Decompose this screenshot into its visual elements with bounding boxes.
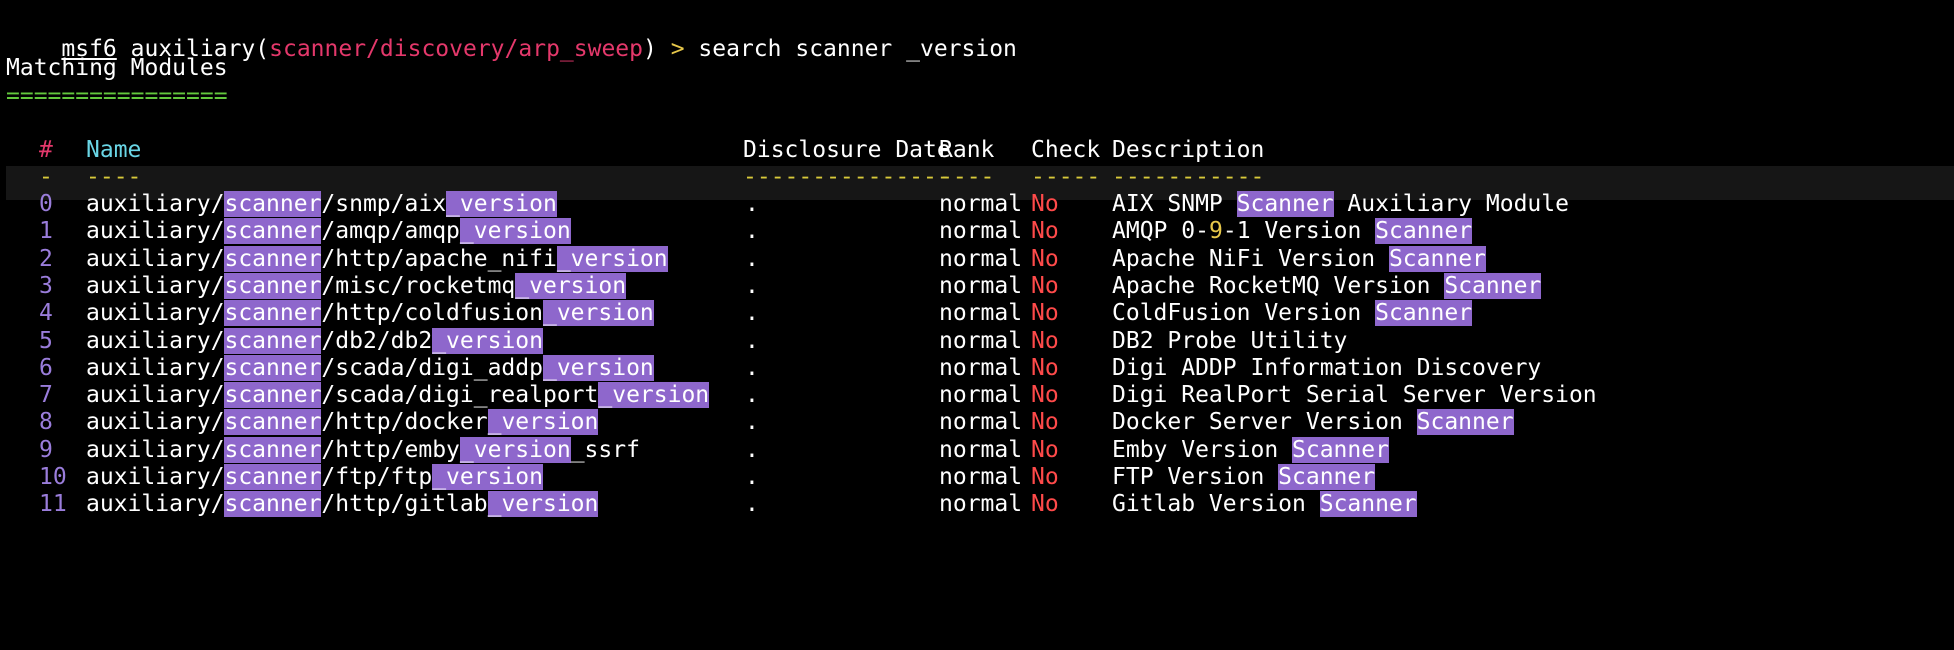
desc-prefix: Apache RocketMQ Version: [1112, 272, 1445, 299]
name-middle: /http/docker: [321, 409, 488, 436]
desc-match-scanner: Scanner: [1319, 491, 1417, 518]
table-row: 11 auxiliary/scanner/http/gitlab_version.…: [0, 487, 1954, 521]
desc-prefix: DB2 Probe Utility: [1112, 327, 1348, 354]
desc-prefix: Docker Server Version: [1112, 409, 1417, 436]
desc-match-scanner: Scanner: [1278, 464, 1376, 490]
name-prefix: auxiliary/: [86, 382, 225, 409]
name-prefix: auxiliary/: [86, 409, 225, 436]
desc-prefix: Apache NiFi Version: [1112, 245, 1389, 272]
desc-match-scanner: Scanner: [1375, 300, 1473, 327]
name-match-scanner: scanner: [224, 327, 322, 354]
desc-prefix: Digi ADDP Information Discovery: [1112, 354, 1542, 381]
command-input[interactable]: search scanner _version: [698, 36, 1017, 62]
name-suffix: _ssrf: [570, 436, 640, 463]
name-match-version: _version: [542, 300, 654, 327]
name-match-version: _version: [446, 191, 557, 217]
name-match-scanner: scanner: [224, 409, 322, 436]
name-match-version: _version: [432, 464, 543, 490]
name-middle: /http/gitlab: [321, 491, 488, 518]
name-match-scanner: scanner: [224, 491, 322, 518]
name-prefix: auxiliary/: [86, 218, 225, 245]
desc-prefix: Emby Version: [1112, 436, 1293, 463]
name-match-version: _version: [459, 218, 571, 245]
row-check: No: [1031, 491, 1059, 518]
name-match-scanner: scanner: [224, 436, 322, 463]
name-match-scanner: scanner: [224, 300, 322, 327]
desc-match-scanner: Scanner: [1388, 245, 1486, 272]
name-match-version: _version: [487, 491, 599, 518]
name-match-scanner: scanner: [224, 354, 322, 381]
name-middle: /misc/rocketmq: [321, 272, 516, 299]
name-prefix: auxiliary/: [86, 491, 225, 518]
name-middle: /scada/digi_addp: [321, 354, 543, 381]
prompt-arrow: >: [670, 36, 685, 62]
desc-prefix: ColdFusion Version: [1112, 300, 1376, 327]
name-middle: /snmp/aix: [321, 191, 447, 217]
name-match-scanner: scanner: [224, 382, 322, 409]
name-middle: /http/apache_nifi: [321, 245, 557, 272]
desc-prefix: AMQP 0-9-1 Version: [1112, 218, 1376, 245]
name-match-version: _version: [432, 327, 543, 354]
desc-match-scanner: Scanner: [1375, 218, 1473, 245]
name-match-version: _version: [515, 272, 627, 299]
name-middle: /db2/db2: [321, 327, 433, 354]
name-match-version: _version: [598, 382, 710, 409]
name-prefix: auxiliary/: [86, 464, 225, 490]
prompt-module: scanner/discovery/arp_sweep: [269, 36, 643, 62]
name-middle: /amqp/amqp: [321, 218, 460, 245]
name-prefix: auxiliary/: [86, 245, 225, 272]
row-disclosure-date: .: [745, 491, 759, 518]
command-line: msf6 auxiliary(scanner/discovery/arp_swe…: [61, 36, 1017, 62]
section-underline: ================: [6, 83, 228, 109]
name-prefix: auxiliary/: [86, 327, 225, 354]
name-match-version: _version: [459, 436, 571, 463]
name-match-version: _version: [542, 354, 654, 381]
name-match-version: _version: [487, 409, 599, 436]
name-match-scanner: scanner: [224, 191, 322, 217]
name-match-scanner: scanner: [224, 218, 322, 245]
desc-prefix: Digi RealPort Serial Server Version: [1112, 382, 1597, 409]
name-prefix: auxiliary/: [86, 300, 225, 327]
name-match-scanner: scanner: [224, 464, 322, 490]
name-middle: /scada/digi_realport: [321, 382, 599, 409]
desc-suffix: Auxiliary Module: [1333, 191, 1569, 217]
desc-prefix: AIX SNMP: [1112, 191, 1237, 217]
name-match-version: _version: [556, 245, 668, 272]
desc-match-scanner: Scanner: [1236, 191, 1334, 217]
name-prefix: auxiliary/: [86, 354, 225, 381]
desc-prefix: Gitlab Version: [1112, 491, 1320, 518]
row-index: 11: [39, 491, 67, 518]
row-description: Gitlab Version Scanner: [1112, 487, 1417, 521]
desc-match-scanner: Scanner: [1292, 436, 1389, 463]
name-middle: /http/emby: [321, 436, 460, 463]
name-middle: /ftp/ftp: [321, 464, 433, 490]
row-rank: normal: [939, 491, 1023, 518]
desc-match-scanner: Scanner: [1416, 409, 1514, 436]
name-prefix: auxiliary/: [86, 436, 225, 463]
row-module-name: auxiliary/scanner/http/gitlab_version: [86, 487, 599, 521]
desc-match-scanner: Scanner: [1444, 272, 1542, 299]
name-match-scanner: scanner: [224, 272, 322, 299]
terminal-window[interactable]: msf6 auxiliary(scanner/discovery/arp_swe…: [0, 0, 1954, 650]
name-prefix: auxiliary/: [86, 191, 225, 217]
name-match-scanner: scanner: [224, 245, 322, 272]
name-middle: /http/coldfusion: [321, 300, 543, 327]
desc-prefix: FTP Version: [1112, 464, 1279, 490]
name-prefix: auxiliary/: [86, 272, 225, 299]
